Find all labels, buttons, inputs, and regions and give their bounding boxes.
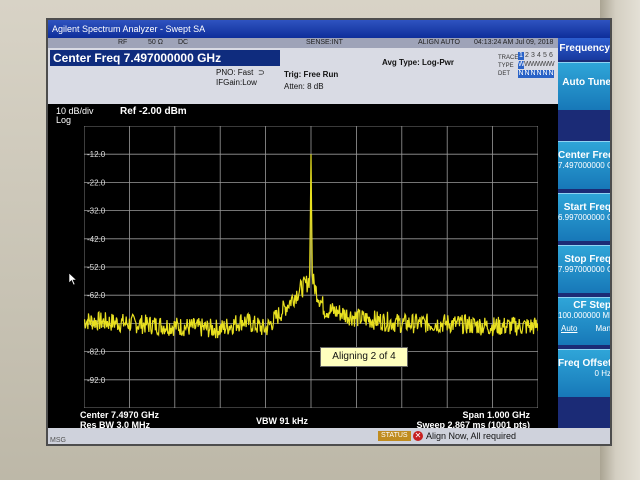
softkey-label: Freq Offset <box>558 358 612 369</box>
spectrum-plot-area: 10 dB/div Log Ref -2.00 dBm -12.0 -22.0 -3… <box>48 104 558 430</box>
align-indicator: ALIGN AUTO <box>418 39 460 46</box>
pno-setting: PNO: Fast <box>216 68 254 77</box>
softkey-start-freq[interactable]: Start Freq 6.997000000 GHz <box>558 193 611 241</box>
rf-indicator: RF <box>118 39 128 46</box>
trace-labels: TRACE TYPE DET <box>498 54 518 78</box>
softkey-value: 7.497000000 GHz <box>558 161 610 170</box>
status-badge[interactable]: STATUS <box>378 431 411 441</box>
message-bar: MSG STATUS ✕ Align Now, All required <box>48 428 610 444</box>
type-label: TYPE <box>498 63 514 69</box>
error-x-icon: ✕ <box>413 431 423 441</box>
softkey-value: 6.997000000 GHz <box>558 213 610 222</box>
softkey-center-freq[interactable]: Center Freq 7.497000000 GHz <box>558 141 612 189</box>
analyzer-screen: Agilent Spectrum Analyzer - Swept SA RF … <box>46 18 612 446</box>
timestamp: 04:13:24 AM Jul 09, 2018 <box>474 39 554 46</box>
mouse-pointer-icon <box>68 272 78 286</box>
coupling-indicator: DC <box>178 39 189 46</box>
softkey-stop-freq[interactable]: Stop Freq 7.997000000 GHz <box>558 245 611 293</box>
y-tick-labels: -12.0-22.0-32.0-42.0-52.0-62.0-72.0-82.0… <box>87 150 106 385</box>
log-label: Log <box>56 115 72 125</box>
sense-indicator: SENSE:INT <box>306 39 343 46</box>
softkey-label: CF Step <box>573 300 611 311</box>
window-title-bar: Agilent Spectrum Analyzer - Swept SA <box>48 20 610 38</box>
trace-label: TRACE <box>498 55 519 61</box>
footer-right: Span 1.000 GHz Sweep 2.867 ms (1001 pts) <box>400 410 530 430</box>
ref-level[interactable]: Ref -2.00 dBm <box>120 106 187 117</box>
softkey-cf-step[interactable]: CF Step 100.000000 MHz Auto Man <box>558 297 611 345</box>
attenuation-setting: Atten: 8 dB <box>284 82 324 91</box>
trace-row: 123456 <box>518 52 554 61</box>
softkey-value: 100.000000 MHz <box>558 311 610 320</box>
align-message: Align Now, All required <box>426 431 517 441</box>
softkey-man-option[interactable]: Man <box>595 324 610 333</box>
span-label: Span 1.000 GHz <box>462 410 530 420</box>
softkey-label: Auto Tune <box>562 77 611 88</box>
center-frequency-label: Center 7.4970 GHz <box>80 410 160 420</box>
center-freq-display[interactable]: Center Freq 7.497000000 GHz <box>50 50 280 66</box>
det-row: NNNNNN <box>518 70 554 79</box>
trace-box: 6 <box>549 52 553 59</box>
softkey-panel: Frequency Auto Tune Center Freq 7.497000… <box>558 38 612 428</box>
vbw-label: VBW 91 kHz <box>256 416 309 426</box>
softkey-auto-option[interactable]: Auto <box>561 324 577 333</box>
window-title: Agilent Spectrum Analyzer - Swept SA <box>52 24 206 34</box>
status-strip: RF 50 Ω DC SENSE:INT ALIGN AUTO 04:13:24… <box>48 38 558 48</box>
softkey-value: 7.997000000 GHz <box>558 265 610 274</box>
softkey-label: Start Freq <box>563 202 611 213</box>
softkey-label: Stop Freq <box>564 254 611 265</box>
softkey-auto-tune[interactable]: Auto Tune <box>558 62 611 110</box>
impedance-indicator: 50 Ω <box>148 39 163 46</box>
spectrum-graticule[interactable]: -12.0-22.0-32.0-42.0-52.0-62.0-72.0-82.0… <box>84 126 538 408</box>
softkey-value: 0 Hz <box>594 369 611 378</box>
trigger-setting: Trig: Free Run <box>284 70 339 79</box>
y-tick-label: -92.0 <box>87 376 106 385</box>
type-box: W <box>548 61 555 68</box>
softkey-label: Center Freq <box>558 150 612 161</box>
trace-status-grid: 123456 WWWWWW NNNNNN <box>518 52 555 79</box>
y-tick-label: -82.0 <box>87 348 106 357</box>
y-tick-label: -22.0 <box>87 178 106 187</box>
y-tick-label: -52.0 <box>87 263 106 272</box>
ifgain-setting: IFGain:Low <box>216 78 257 87</box>
pno-dropdown-icon[interactable]: ⊃ <box>258 68 265 77</box>
y-tick-label: -42.0 <box>87 235 106 244</box>
y-tick-label: -32.0 <box>87 207 106 216</box>
y-tick-label: -12.0 <box>87 150 106 159</box>
y-tick-label: -62.0 <box>87 291 106 300</box>
softkey-freq-offset[interactable]: Freq Offset 0 Hz <box>558 349 612 397</box>
det-label: DET <box>498 71 510 77</box>
info-area: Center Freq 7.497000000 GHz PNO: Fast ⊃ … <box>48 48 558 104</box>
type-row: WWWWWW <box>518 61 555 70</box>
det-box: N <box>548 70 554 78</box>
avg-type-setting: Avg Type: Log-Pwr <box>382 58 454 67</box>
msg-label: MSG <box>50 437 66 444</box>
aligning-popup: Aligning 2 of 4 <box>320 347 408 367</box>
softkey-menu-title: Frequency <box>558 38 610 60</box>
footer-left: Center 7.4970 GHz Res BW 3.0 MHz <box>80 410 159 430</box>
